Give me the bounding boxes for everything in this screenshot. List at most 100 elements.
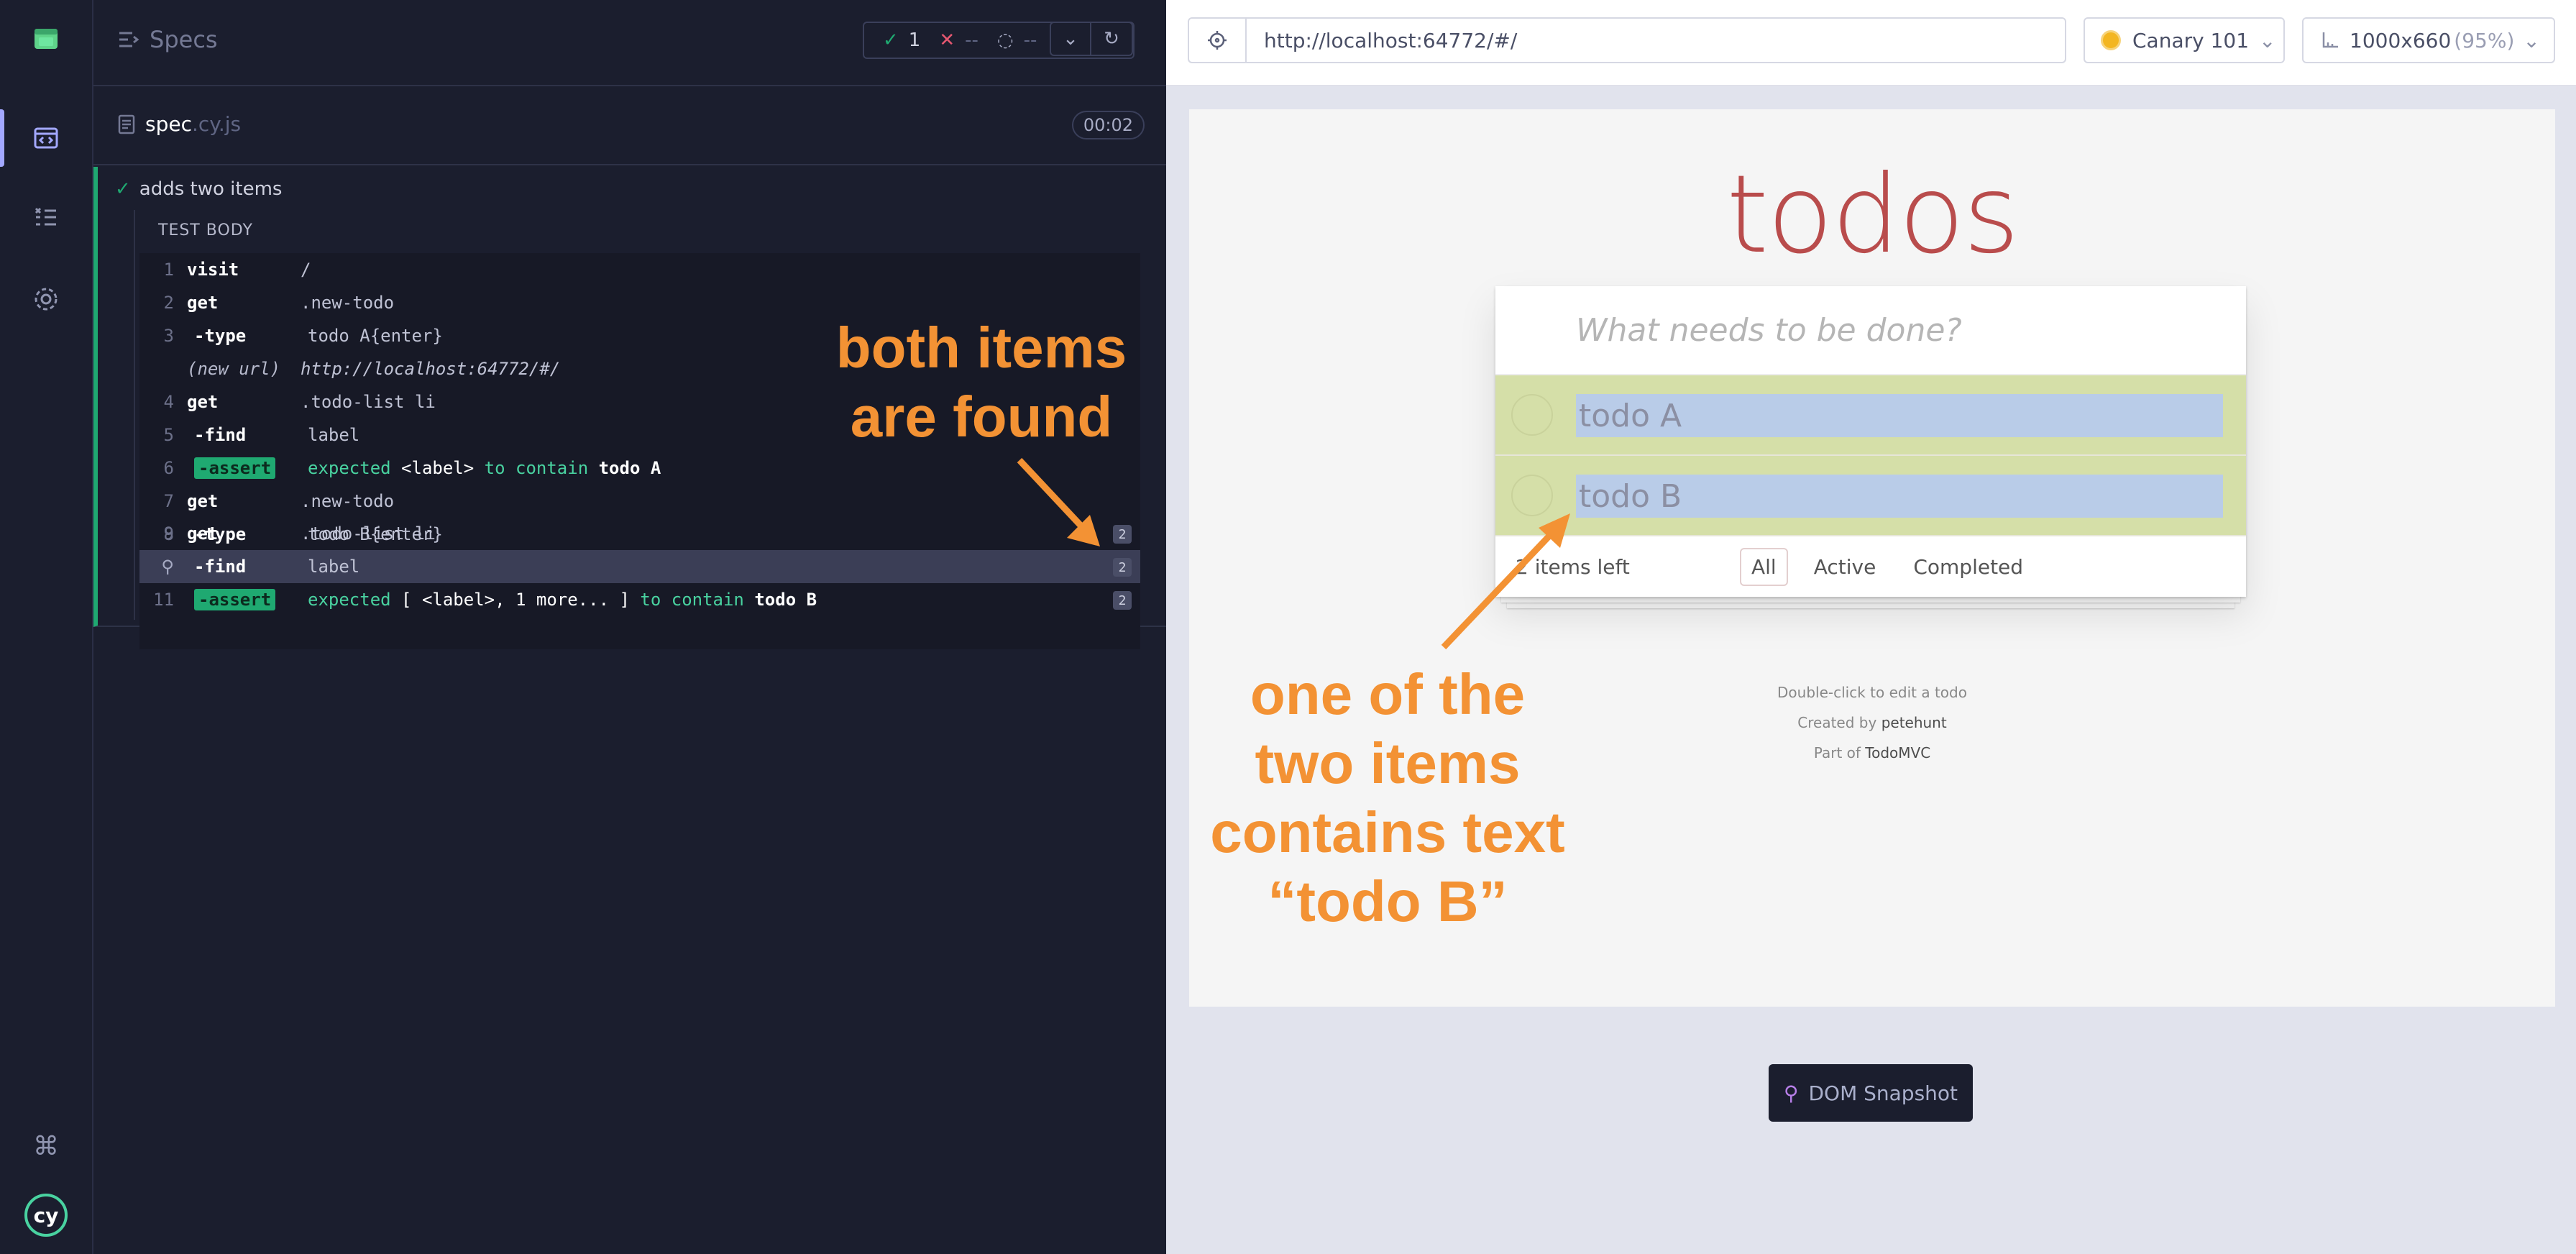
annotation-bottom-line: contains text xyxy=(1210,800,1565,864)
runs-icon[interactable] xyxy=(0,109,92,167)
browser-name: Canary 101 xyxy=(2132,28,2250,52)
annotation-top-line: both items xyxy=(835,316,1127,380)
command-message: label xyxy=(308,557,360,577)
command-number: 7 xyxy=(163,491,174,511)
canary-browser-icon xyxy=(2101,30,2121,50)
assert-value: todo A xyxy=(598,458,661,478)
command-message: .new-todo xyxy=(301,491,395,511)
command-log-reporter: Specs ✓ 1 ✕ -- ◌ -- ⌄ ↻ spec.cy.js 00:02 ✓ … xyxy=(93,0,1166,1254)
command-row[interactable]: 7 get .new-todo xyxy=(139,485,1140,518)
todo-item[interactable]: todo A xyxy=(1495,375,2246,456)
assert-word: to contain xyxy=(484,458,589,478)
command-message: .todo-list li xyxy=(301,392,436,412)
command-number: 11 xyxy=(153,590,174,610)
viewport-select[interactable]: 1000x660 (95%) ⌄ xyxy=(2302,17,2555,63)
author-link[interactable]: petehunt xyxy=(1881,714,1947,731)
command-name: (new url) xyxy=(187,359,281,379)
assert-word: expected xyxy=(308,590,391,610)
dom-snapshot-badge[interactable]: ⚲ DOM Snapshot xyxy=(1769,1064,1973,1122)
collapse-button[interactable]: ⌄ xyxy=(1050,22,1091,56)
command-number: 1 xyxy=(163,260,174,280)
assert-subject: [ <label>, 1 more... ] xyxy=(401,590,630,610)
command-row[interactable]: 11 -assert expected [ <label>, 1 more...… xyxy=(139,583,1140,616)
command-row[interactable]: 1 visit / xyxy=(139,253,1140,286)
command-message: .new-todo xyxy=(301,293,395,313)
refresh-icon: ↻ xyxy=(1104,28,1119,50)
chevron-down-icon: ⌄ xyxy=(2259,28,2276,52)
todomvc-link[interactable]: TodoMVC xyxy=(1865,744,1930,761)
pin-icon: ⚲ xyxy=(1783,1081,1799,1105)
passed-stat: ✓ 1 xyxy=(883,29,920,51)
viewport-scale: (95%) xyxy=(2454,28,2515,52)
keyboard-shortcuts-icon[interactable]: ⌘ xyxy=(0,1117,92,1175)
command-message: todo A{enter} xyxy=(308,326,443,346)
svg-text:cy: cy xyxy=(34,1204,59,1227)
assert-word: to contain xyxy=(640,590,744,610)
specs-toggle[interactable]: Specs xyxy=(118,26,218,53)
spec-file-header: spec.cy.js 00:02 xyxy=(93,86,1166,165)
specs-list-icon[interactable] xyxy=(0,188,92,246)
todo-label-highlighted[interactable]: todo A xyxy=(1576,394,2223,437)
nav-rail: ⌘ cy xyxy=(0,0,93,1254)
filter-list: All Active Completed xyxy=(1740,548,2035,586)
filter-completed[interactable]: Completed xyxy=(1902,548,2035,586)
specs-label: Specs xyxy=(150,26,218,53)
cypress-logo-icon[interactable]: cy xyxy=(0,1186,92,1244)
command-row[interactable]: 6 -assert expected <label> to contain to… xyxy=(139,452,1140,485)
new-todo-input[interactable]: What needs to be done? xyxy=(1495,286,2246,375)
browser-select[interactable]: Canary 101 ⌄ xyxy=(2084,17,2285,63)
todo-label-highlighted[interactable]: todo B xyxy=(1576,475,2223,518)
test-title-text: adds two items xyxy=(139,178,283,200)
filter-active[interactable]: Active xyxy=(1802,548,1888,586)
command-message: / xyxy=(301,260,311,280)
todo-toggle-checkbox[interactable] xyxy=(1511,394,1553,436)
todo-toggle-checkbox[interactable] xyxy=(1511,475,1553,516)
annotation-bottom-line: two items xyxy=(1255,731,1521,795)
command-name: -find xyxy=(194,425,247,445)
file-icon xyxy=(118,114,135,134)
todo-card: What needs to be done? todo A todo B 2 i… xyxy=(1495,286,2246,597)
info-part-prefix: Part of xyxy=(1813,744,1861,761)
command-number: 5 xyxy=(163,425,174,445)
rerun-button[interactable]: ↻ xyxy=(1091,22,1133,56)
viewport-size: 1000x660 xyxy=(2350,28,2452,52)
annotation-bottom: one of the two items contains text “todo… xyxy=(1179,660,1596,936)
command-message: http://localhost:64772/#/ xyxy=(301,359,561,379)
command-message: label xyxy=(308,425,360,445)
annotation-bottom-line: one of the xyxy=(1250,662,1526,726)
settings-gear-icon[interactable] xyxy=(0,270,92,328)
passed-count: 1 xyxy=(908,29,921,51)
chevron-down-icon: ⌄ xyxy=(2523,28,2540,52)
command-name: -assert xyxy=(187,589,308,610)
test-title[interactable]: ✓ adds two items xyxy=(115,178,282,200)
annotation-top: both items are found xyxy=(812,314,1150,452)
selector-playground-button[interactable] xyxy=(1189,19,1247,62)
command-message: expected <label> to contain todo A xyxy=(308,458,661,478)
annotation-top-line: are found xyxy=(850,385,1113,449)
spec-name: spec xyxy=(145,112,192,136)
command-row-selected[interactable]: ⚲10 -find label 2 xyxy=(139,550,1140,583)
assert-tag: -assert xyxy=(194,457,276,479)
app-logo-icon[interactable] xyxy=(0,10,92,68)
todo-item[interactable]: todo B xyxy=(1495,456,2246,536)
pass-check-icon: ✓ xyxy=(115,178,131,200)
spec-file-name[interactable]: spec.cy.js xyxy=(118,112,241,136)
failed-stat: ✕ -- xyxy=(939,29,978,51)
url-text[interactable]: http://localhost:64772/#/ xyxy=(1247,29,1517,52)
command-number: 2 xyxy=(163,293,174,313)
failed-count: -- xyxy=(965,29,978,51)
filter-all[interactable]: All xyxy=(1740,548,1788,586)
aut-header: http://localhost:64772/#/ Canary 101 ⌄ 1… xyxy=(1166,0,2576,86)
assert-value: todo B xyxy=(754,590,817,610)
dom-snapshot-label: DOM Snapshot xyxy=(1808,1081,1958,1105)
command-name: visit xyxy=(187,260,239,280)
command-row[interactable]: 9 get .todo-list li 2 xyxy=(139,517,1140,550)
command-message: expected [ <label>, 1 more... ] to conta… xyxy=(308,590,817,610)
test-body-label: TEST BODY xyxy=(158,221,253,239)
app-under-test-panel: http://localhost:64772/#/ Canary 101 ⌄ 1… xyxy=(1166,0,2576,1254)
chevron-down-icon: ⌄ xyxy=(1063,28,1078,50)
command-number: 9 xyxy=(163,523,174,544)
items-left-count: 2 items left xyxy=(1516,555,1630,579)
command-name: get xyxy=(187,491,219,511)
test-body-rule xyxy=(134,210,135,620)
